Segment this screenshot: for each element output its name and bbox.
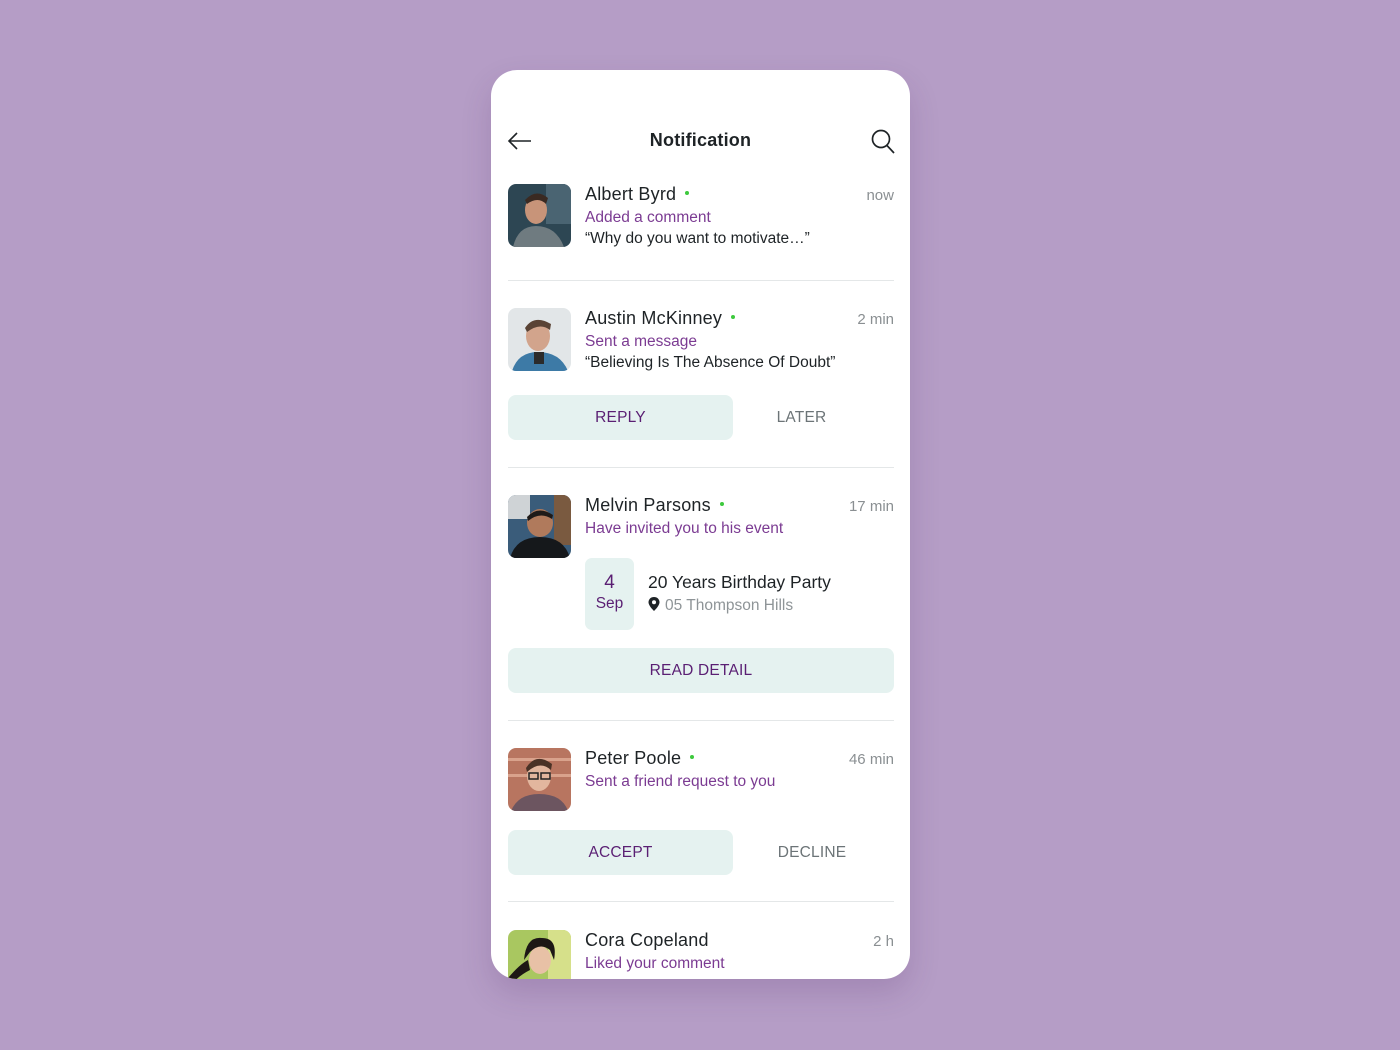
map-pin-icon	[648, 597, 660, 611]
divider	[508, 901, 894, 902]
avatar	[508, 308, 571, 371]
action-text: Liked your comment	[585, 955, 725, 972]
notification-item: Peter Poole 46 min Sent a friend request…	[508, 748, 894, 876]
timestamp: 2 h	[873, 933, 894, 950]
search-button[interactable]	[870, 128, 896, 156]
action-text: Sent a message	[585, 333, 698, 350]
event-day: 4	[604, 572, 615, 593]
avatar	[508, 495, 571, 558]
quote-text: “Believing Is The Absence Of Doubt”	[585, 354, 836, 371]
search-icon	[871, 129, 895, 154]
timestamp: 46 min	[848, 751, 894, 768]
divider	[508, 467, 894, 468]
sender-name: Melvin Parsons	[585, 495, 724, 516]
quote-text: “Why do you want to motivate…”	[585, 230, 810, 247]
online-indicator	[731, 315, 736, 320]
sender-name: Albert Byrd	[585, 184, 690, 205]
avatar	[508, 748, 571, 811]
event-date: 4 Sep	[585, 558, 634, 630]
sender-name: Austin McKinney	[585, 308, 736, 329]
event-location: 05 Thompson Hills	[648, 597, 793, 615]
timestamp: 17 min	[848, 498, 894, 515]
notification-item: Austin McKinney 2 min Sent a message “Be…	[508, 308, 894, 443]
action-text: Sent a friend request to you	[585, 773, 776, 790]
decline-button[interactable]: DECLINE	[733, 830, 891, 875]
divider	[508, 280, 894, 281]
timestamp: now	[866, 187, 894, 204]
later-button[interactable]: LATER	[733, 395, 870, 440]
sender-name: Cora Copeland	[585, 930, 709, 950]
online-indicator	[719, 502, 724, 507]
accept-button[interactable]: ACCEPT	[508, 830, 733, 875]
online-indicator	[685, 191, 690, 196]
sender-name: Peter Poole	[585, 748, 695, 769]
read-detail-button[interactable]: READ DETAIL	[508, 648, 894, 693]
action-text: Added a comment	[585, 209, 711, 226]
action-text: Have invited you to his event	[585, 520, 784, 537]
online-indicator	[690, 755, 695, 760]
notification-item: Melvin Parsons 17 min Have invited you t…	[508, 495, 894, 695]
avatar	[508, 930, 571, 979]
event-month: Sep	[595, 595, 624, 612]
phone-screen: Notification Albert Byrd now Added a com…	[491, 70, 910, 979]
top-bar: Notification	[491, 70, 910, 170]
reply-button[interactable]: REPLY	[508, 395, 733, 440]
event-title: 20 Years Birthday Party	[648, 572, 831, 592]
notification-item[interactable]: Albert Byrd now Added a comment “Why do …	[508, 184, 894, 264]
avatar	[508, 184, 571, 247]
page-title: Notification	[649, 130, 752, 150]
timestamp: 2 min	[857, 311, 894, 328]
notification-item[interactable]: Cora Copeland 2 h Liked your comment	[508, 930, 894, 979]
divider	[508, 720, 894, 721]
